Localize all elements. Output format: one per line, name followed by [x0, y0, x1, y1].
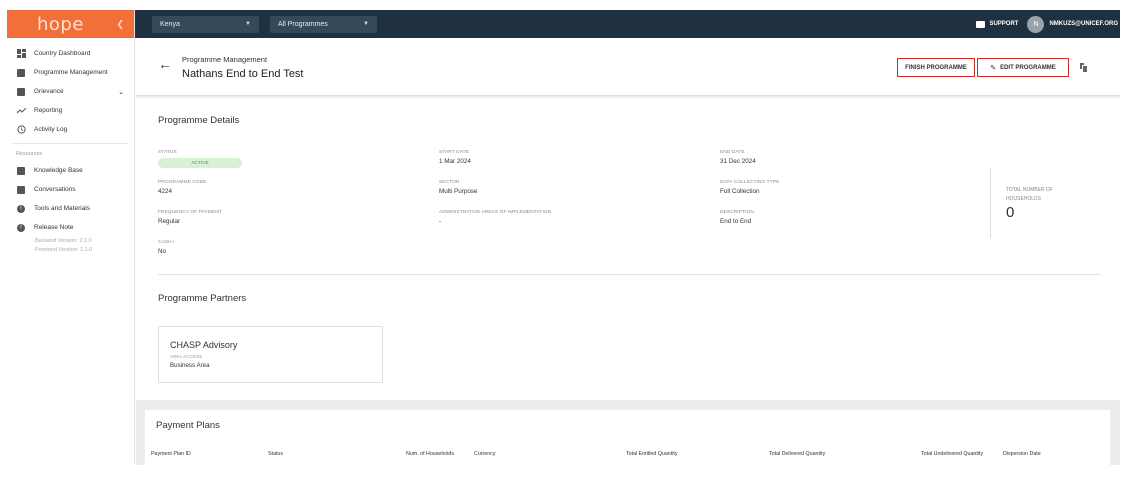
backend-version: Backend Version: 2.1.0 [35, 238, 92, 244]
programme-code-field: PROGRAMME CODE 4224 [158, 180, 207, 195]
history-icon [16, 125, 26, 134]
page-header: ← Programme Management Nathans End to En… [136, 38, 1120, 96]
sidebar-item-programme-management[interactable]: Programme Management [7, 63, 134, 82]
column-header[interactable]: Status [268, 451, 283, 457]
column-header[interactable]: Payment Plan ID [151, 451, 191, 457]
info-icon: ! [16, 223, 26, 232]
data-collecting-type-field: DATA COLLECTING TYPE Full Collection [720, 180, 780, 195]
sidebar-item-label: Grievance [34, 88, 64, 95]
sidebar-item-label: Release Note [34, 224, 74, 231]
payment-plans-title: Payment Plans [156, 420, 220, 431]
sector-field: SECTOR Multi Purpose [439, 180, 478, 195]
book-icon [16, 166, 26, 175]
edit-programme-button[interactable]: ✎ EDIT PROGRAMME [977, 58, 1069, 77]
info-icon: ! [16, 204, 26, 213]
sidebar-divider [13, 143, 128, 144]
payment-plans-panel: Payment Plans Payment Plan ID Status Num… [145, 410, 1110, 465]
sidebar-nav: Country Dashboard Programme Management G… [7, 38, 134, 255]
column-header[interactable]: Total Entitled Quantity [626, 451, 678, 457]
top-bar: Kenya ▼ All Programmes ▼ SUPPORT N NMKUZ… [135, 10, 1120, 38]
chat-icon [976, 20, 986, 28]
sidebar-item-label: Reporting [34, 107, 63, 114]
sidebar-item-label: Conversations [34, 186, 76, 193]
sidebar-item-grievance[interactable]: Grievance ⌄ [7, 82, 134, 101]
user-email[interactable]: NMKUZS@UNICEF.ORG [1049, 21, 1118, 27]
dashboard-icon [16, 49, 26, 58]
caret-down-icon: ▼ [245, 21, 251, 27]
status-badge: ACTIVE [158, 158, 242, 168]
finish-programme-button[interactable]: FINISH PROGRAMME [897, 58, 975, 77]
copy-icon[interactable] [1079, 62, 1088, 73]
sidebar-item-label: Country Dashboard [34, 50, 91, 57]
caret-down-icon: ▼ [363, 21, 369, 27]
cash-plus-field: CASH+ No [158, 240, 175, 255]
status-field: STATUS ACTIVE [158, 150, 242, 168]
programme-select-value: All Programmes [278, 20, 328, 28]
trend-icon [16, 106, 26, 115]
sidebar-item-country-dashboard[interactable]: Country Dashboard [7, 44, 134, 63]
admin-areas-field: ADMINISTRATIVE AREAS OF IMPLEMENTATION - [439, 210, 552, 225]
sidebar-item-label: Activity Log [34, 126, 68, 133]
sidebar-item-label: Knowledge Base [34, 167, 83, 174]
resources-label: Resources [16, 151, 43, 157]
vertical-divider [990, 168, 991, 238]
partner-name: CHASP Advisory [170, 340, 238, 350]
forum-icon [16, 185, 26, 194]
sidebar-item-label: Tools and Materials [34, 205, 90, 212]
column-header[interactable]: Total Undelivered Quantity [921, 451, 983, 457]
column-header[interactable]: Total Delivered Quantity [769, 451, 825, 457]
sidebar: hope ❮ Country Dashboard Programme Manag… [7, 10, 135, 465]
frontend-version: Frontend Version: 2.1.0 [35, 247, 93, 253]
logo-bar: hope ❮ [7, 10, 134, 38]
programme-select[interactable]: All Programmes ▼ [270, 15, 377, 33]
sidebar-item-release-note[interactable]: ! Release Note [7, 218, 134, 237]
sidebar-item-label: Programme Management [34, 69, 108, 76]
start-date-field: START DATE 1 Mar 2024 [439, 150, 471, 165]
finish-programme-label: FINISH PROGRAMME [905, 64, 967, 71]
partner-card: CHASP Advisory AREA ACCESS Business Area [158, 326, 383, 383]
country-select[interactable]: Kenya ▼ [152, 15, 259, 33]
programme-details-title: Programme Details [158, 115, 240, 126]
pencil-icon: ✎ [990, 64, 997, 72]
sidebar-item-knowledge-base[interactable]: Knowledge Base [7, 161, 134, 180]
column-header[interactable]: Dispersion Date [1003, 451, 1041, 457]
payment-plans-table-header: Payment Plan ID Status Num. of Household… [145, 451, 1110, 461]
frequency-field: FREQUENCY OF PAYMENT Regular [158, 210, 222, 225]
sidebar-item-reporting[interactable]: Reporting [7, 101, 134, 120]
programme-details-panel: Programme Details STATUS ACTIVE START DA… [136, 98, 1120, 400]
chat-icon [16, 87, 26, 96]
description-field: DESCRIPTION End to End [720, 210, 754, 225]
chevron-left-icon[interactable]: ❮ [116, 19, 124, 30]
hope-logo[interactable]: hope [37, 14, 84, 35]
sidebar-item-conversations[interactable]: Conversations [7, 180, 134, 199]
support-label: SUPPORT [989, 21, 1019, 27]
programme-partners-title: Programme Partners [158, 293, 247, 304]
total-households-value: 0 [1006, 204, 1015, 221]
country-select-value: Kenya [160, 20, 180, 28]
sidebar-item-activity-log[interactable]: Activity Log [7, 120, 134, 139]
column-header[interactable]: Num. of Households [406, 451, 454, 457]
total-households-label: TOTAL NUMBER OF HOUSEHOLDS [1006, 187, 1053, 202]
page-title: Nathans End to End Test [182, 68, 304, 80]
avatar[interactable]: N [1027, 15, 1045, 33]
end-date-field: END DATE 31 Dec 2024 [720, 150, 756, 165]
support-button[interactable]: SUPPORT [976, 20, 1019, 28]
document-icon [16, 68, 26, 77]
sidebar-item-tools-and-materials[interactable]: ! Tools and Materials [7, 199, 134, 218]
area-access-label: AREA ACCESS [170, 354, 203, 359]
breadcrumb[interactable]: Programme Management [182, 55, 267, 64]
edit-programme-label: EDIT PROGRAMME [1000, 64, 1056, 71]
area-access-value: Business Area [170, 362, 210, 369]
back-arrow-icon[interactable]: ← [158, 56, 172, 72]
column-header[interactable]: Currency [474, 451, 496, 457]
main-content: ← Programme Management Nathans End to En… [136, 38, 1120, 465]
section-divider [158, 274, 1101, 275]
chevron-down-icon[interactable]: ⌄ [118, 88, 124, 96]
